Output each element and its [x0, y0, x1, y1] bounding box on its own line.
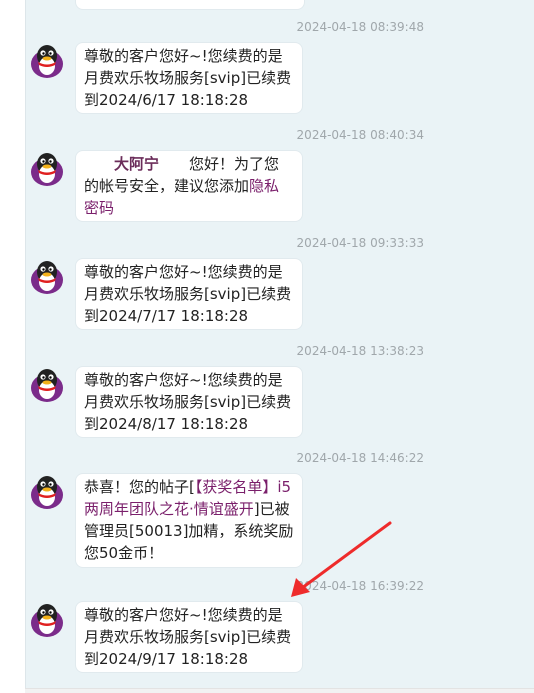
message-timestamp: 2024-04-18 16:39:22	[296, 579, 424, 593]
message-timestamp: 2024-04-18 09:33:33	[296, 236, 424, 250]
message-timestamp: 2024-04-18 08:40:34	[296, 128, 424, 142]
message-bubble[interactable]: 尊敬的客户您好~!您续费的是月费欢乐牧场服务[svip]已续费到2024/8/1…	[75, 366, 303, 438]
security-notice-bubble[interactable]: 大阿宁 您好！为了您的帐号安全，建议您添加隐私密码	[75, 150, 303, 222]
qq-penguin-icon[interactable]	[28, 366, 66, 404]
qq-penguin-icon[interactable]	[28, 258, 66, 296]
notice-prefix: 恭喜！您的帖子[	[84, 478, 195, 496]
qq-penguin-icon[interactable]	[28, 473, 66, 511]
post-highlight-bubble[interactable]: 恭喜！您的帖子[【获奖名单】i5两周年团队之花·情谊盛开]已被管理员[50013…	[75, 473, 303, 568]
qq-penguin-icon[interactable]	[28, 42, 66, 80]
qq-penguin-icon[interactable]	[28, 150, 66, 188]
previous-message-bubble	[75, 0, 305, 10]
input-area-edge	[25, 688, 534, 693]
message-bubble[interactable]: 尊敬的客户您好~!您续费的是月费欢乐牧场服务[svip]已续费到2024/6/1…	[75, 42, 303, 114]
message-bubble[interactable]: 尊敬的客户您好~!您续费的是月费欢乐牧场服务[svip]已续费到2024/7/1…	[75, 258, 303, 330]
message-timestamp: 2024-04-18 08:39:48	[296, 20, 424, 34]
message-bubble[interactable]: 尊敬的客户您好~!您续费的是月费欢乐牧场服务[svip]已续费到2024/9/1…	[75, 601, 303, 673]
qq-penguin-icon[interactable]	[28, 601, 66, 639]
user-name: 大阿宁	[114, 155, 160, 173]
message-timestamp: 2024-04-18 13:38:23	[296, 344, 424, 358]
message-timestamp: 2024-04-18 14:46:22	[296, 451, 424, 465]
